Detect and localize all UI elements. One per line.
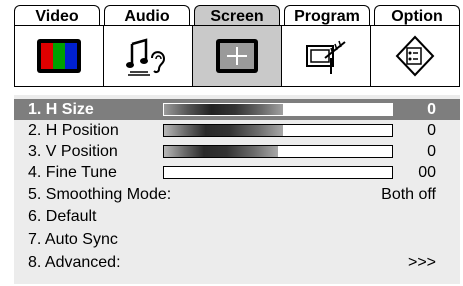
menu-item-value: 0: [427, 101, 436, 118]
tab-audio[interactable]: Audio: [104, 5, 190, 25]
menu-item-h-position[interactable]: 2. H Position 0: [14, 120, 460, 141]
menu-item-fine-tune[interactable]: 4. Fine Tune 00: [14, 162, 460, 183]
tv-antenna-icon: [306, 40, 346, 74]
slider-fill: [164, 146, 278, 157]
tab-video[interactable]: Video: [14, 5, 100, 25]
h-size-slider[interactable]: [163, 103, 393, 116]
menu-item-label: 6. Default: [28, 208, 97, 225]
tab-icon-screen[interactable]: [193, 26, 282, 86]
menu-item-value: Both off: [381, 186, 436, 203]
tab-program[interactable]: Program: [284, 5, 370, 25]
v-position-slider[interactable]: [163, 145, 393, 158]
menu-item-value: >>>: [407, 254, 436, 271]
menu-item-label: 8. Advanced:: [28, 254, 121, 271]
menu-item-smoothing-mode[interactable]: 5. Smoothing Mode: Both off: [14, 184, 460, 205]
h-position-slider[interactable]: [163, 124, 393, 137]
tab-icon-option[interactable]: [371, 26, 459, 86]
menu-item-label: 1. H Size: [28, 101, 94, 118]
settings-diamond-icon: [395, 35, 435, 77]
tab-option[interactable]: Option: [374, 5, 460, 25]
menu-item-label: 5. Smoothing Mode:: [28, 186, 172, 203]
tab-screen[interactable]: Screen: [194, 5, 280, 25]
screen-menu: 1. H Size 0 2. H Position 0 3. V Positio…: [14, 95, 460, 284]
menu-item-value: 0: [427, 143, 436, 160]
menu-item-value: 00: [418, 164, 436, 181]
fine-tune-slider[interactable]: [163, 166, 393, 179]
tab-icon-audio[interactable]: [104, 26, 193, 86]
menu-item-h-size[interactable]: 1. H Size 0: [14, 99, 460, 120]
menu-item-default[interactable]: 6. Default: [14, 206, 460, 227]
menu-item-label: 7. Auto Sync: [28, 231, 118, 248]
menu-item-v-position[interactable]: 3. V Position 0: [14, 141, 460, 162]
crosshair-screen-icon: [216, 39, 258, 73]
menu-item-value: 0: [427, 122, 436, 139]
menu-item-label: 4. Fine Tune: [28, 164, 117, 181]
color-bars-icon: [37, 39, 81, 73]
menu-item-label: 3. V Position: [28, 143, 118, 160]
music-note-ear-icon: [126, 38, 166, 76]
tab-icon-video[interactable]: [15, 26, 104, 86]
tab-icon-program[interactable]: [282, 26, 371, 86]
menu-item-auto-sync[interactable]: 7. Auto Sync: [14, 229, 460, 250]
slider-fill: [164, 125, 283, 136]
menu-item-advanced[interactable]: 8. Advanced: >>>: [14, 252, 460, 273]
tab-icon-row: [14, 25, 460, 87]
menu-item-label: 2. H Position: [28, 122, 119, 139]
menu-tabs: Video Audio Screen Program Option: [14, 5, 460, 27]
slider-fill: [164, 104, 283, 115]
